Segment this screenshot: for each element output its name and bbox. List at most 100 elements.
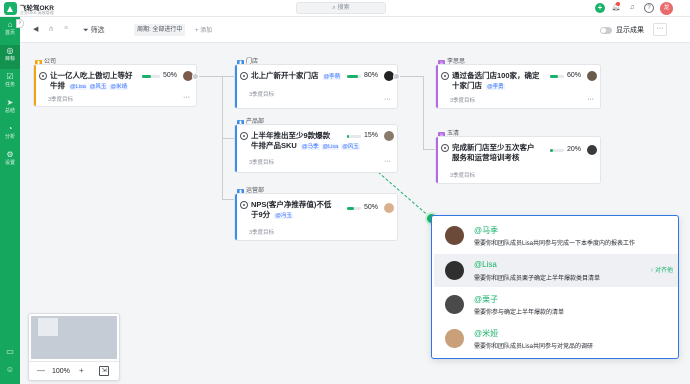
- card-more-button[interactable]: ···: [183, 94, 190, 101]
- zoom-in-button[interactable]: +: [79, 366, 84, 375]
- sidebar-item-goals[interactable]: ◎ 目标: [0, 45, 20, 69]
- minimap[interactable]: — 100% + ⇲: [28, 313, 120, 381]
- target-icon: [240, 132, 248, 140]
- progress-percent: 50%: [163, 72, 178, 79]
- cycle-label: 3季度目标: [249, 230, 275, 236]
- zoom-level: 100%: [52, 368, 70, 375]
- target-icon: [240, 72, 248, 80]
- sidebar-item-analysis[interactable]: ◔ 分析: [0, 123, 20, 147]
- card-more-button[interactable]: ···: [587, 96, 594, 103]
- sidebar-item-summary[interactable]: ➤ 总结: [0, 97, 20, 121]
- book-icon[interactable]: ▭: [0, 347, 20, 356]
- progress-fill: [550, 75, 559, 78]
- sidebar-item-tasks[interactable]: ☑ 任务: [0, 71, 20, 95]
- mention-tag[interactable]: @马季: [300, 144, 320, 150]
- user-avatar: [445, 261, 464, 280]
- card-accent-bar: [235, 125, 237, 172]
- zoom-out-button[interactable]: —: [37, 366, 45, 375]
- card-accent-bar: [436, 65, 438, 108]
- owner-avatar: [587, 145, 597, 155]
- card-accent-bar: [235, 194, 237, 240]
- person-icon[interactable]: ☺: [0, 365, 20, 374]
- fit-screen-icon[interactable]: ⇲: [99, 366, 109, 376]
- objective-title-line: 完成新门店至少五次客户: [452, 143, 535, 152]
- progress-bar: [347, 135, 361, 138]
- align-button[interactable]: ↑ 对齐他: [650, 265, 673, 274]
- cycle-label: 3季度目标: [450, 98, 476, 104]
- card-more-button[interactable]: ···: [384, 96, 391, 103]
- list-view-icon[interactable]: ≡: [64, 25, 68, 32]
- mention-tag[interactable]: @李萌: [322, 74, 342, 80]
- progress-bar: [550, 75, 564, 78]
- okr-card[interactable]: 上半年推出至少9款爆款 牛排产品SKU @马季 @Lisa @风玉 15% 3季度目…: [235, 125, 397, 172]
- mention-option[interactable]: @Lisa 需要你和团队成员栗子确定上半年爆款类目清单 ↑ 对齐他: [434, 254, 678, 287]
- progress-percent: 50%: [364, 204, 379, 211]
- help-icon[interactable]: ?: [644, 3, 654, 13]
- progress-percent: 20%: [567, 146, 582, 153]
- okr-card[interactable]: NPS(客户净推荐值)不低 于9分 @冯玉 50% 3季度目标: [235, 194, 397, 240]
- more-button[interactable]: ···: [653, 23, 667, 36]
- objective-title-line: 牛排产品SKU: [251, 141, 297, 150]
- filter-label: 筛选: [90, 27, 105, 34]
- cycle-label: 3季度目标: [249, 160, 275, 166]
- mention-tag[interactable]: @Lisa: [321, 144, 340, 150]
- mention-tag[interactable]: @风玉: [341, 144, 360, 150]
- collapse-node-button[interactable]: [393, 73, 400, 80]
- collapse-node-button[interactable]: [192, 73, 199, 80]
- show-results-toggle[interactable]: [600, 27, 612, 34]
- progress-percent: 80%: [364, 72, 379, 79]
- objective-title-line: 服务和运营培训考核: [452, 153, 520, 162]
- mention-desc: 需要你参与确定上半年爆款的清单: [474, 310, 565, 316]
- okr-card[interactable]: 让一亿人吃上傲切上等好 牛排 @Lisa @风玉 @米靖 50% 3季度目标 ···: [34, 65, 196, 106]
- mention-tag[interactable]: @Lisa: [69, 84, 87, 90]
- user-avatar: [445, 226, 464, 245]
- headset-icon[interactable]: ♫: [627, 3, 637, 13]
- owner-avatar: [587, 71, 597, 81]
- objective-title-line: NPS(客户净推荐值)不低: [251, 200, 332, 209]
- progress-fill: [347, 207, 354, 210]
- mention-name: @米娅: [474, 329, 499, 338]
- mention-tag[interactable]: @冯玉: [274, 213, 293, 219]
- sidebar: ⌂ 首页 ◎ 目标 ☑ 任务 ➤ 总结 ◔ 分析 ⚙ 设置 ▭ ☺: [0, 17, 20, 384]
- mention-tag[interactable]: @米靖: [109, 84, 128, 90]
- create-button[interactable]: +: [595, 3, 605, 13]
- mention-option[interactable]: @米娅 需要你和团队成员Lisa共同参与对竞品的调研: [434, 322, 678, 355]
- search-placeholder: 搜索: [337, 5, 350, 11]
- okr-card[interactable]: 通过备选门店100家，确定 十家门店 @李勇 60% 3季度目标 ···: [436, 65, 600, 108]
- mention-option[interactable]: @栗子 需要你参与确定上半年爆款的清单: [434, 288, 678, 321]
- mention-tag[interactable]: @风玉: [88, 84, 108, 90]
- mention-desc: 需要你和团队成员栗子确定上半年爆款类目清单: [474, 276, 601, 282]
- send-icon: ➤: [6, 98, 14, 107]
- mention-option[interactable]: @马季 需要你和团队成员Lisa共同参与完成一下本季度内的报表工作: [434, 219, 678, 252]
- search-input[interactable]: ⌕ 搜索: [296, 2, 386, 14]
- okr-card[interactable]: 完成新门店至少五次客户 服务和运营培训考核 20% 3季度目标: [436, 137, 600, 183]
- mention-name: @Lisa: [474, 260, 497, 269]
- sidebar-item-label: 首页: [4, 30, 15, 36]
- user-avatar[interactable]: 龙: [660, 2, 673, 15]
- card-more-button[interactable]: ···: [384, 158, 391, 165]
- top-bar: 飞轮驾OKR 企业OKR 高效管理 ⌕ 搜索 + 🔔︎ ♫ ? 龙: [0, 0, 690, 17]
- owner-avatar: [384, 131, 394, 141]
- owner-avatar: [384, 203, 394, 213]
- okr-card[interactable]: 北上广新开十家门店 @李萌 80% 3季度目标 ···: [235, 65, 397, 108]
- card-accent-bar: [235, 65, 237, 108]
- add-filter-button[interactable]: + 添加: [195, 25, 212, 34]
- show-results-label: 显示成果: [616, 27, 644, 34]
- filter-icon: ⏷: [83, 27, 89, 34]
- megaphone-icon[interactable]: ◀︎: [33, 25, 38, 33]
- sidebar-item-settings[interactable]: ⚙ 设置: [0, 149, 20, 173]
- progress-fill: [550, 149, 553, 152]
- card-accent-bar: [34, 65, 36, 106]
- minimap-viewport[interactable]: [31, 316, 117, 359]
- period-tag[interactable]: 周期: 全部进行中: [134, 24, 186, 36]
- mention-tag[interactable]: @李勇: [486, 84, 505, 90]
- filter-button[interactable]: ⏷ 筛选: [83, 25, 105, 35]
- progress-bar: [347, 75, 361, 78]
- mention-name: @马季: [474, 226, 499, 235]
- search-icon: ⌕: [332, 5, 336, 11]
- sidebar-collapse-button[interactable]: ›: [16, 19, 24, 28]
- org-view-icon[interactable]: ⋔: [48, 25, 54, 33]
- objective-title-line: 北上广新开十家门店: [251, 71, 319, 80]
- objective-title: NPS(客户净推荐值)不低 于9分 @冯玉: [251, 200, 331, 221]
- objective-title-line: 让一亿人吃上傲切上等好: [50, 71, 133, 80]
